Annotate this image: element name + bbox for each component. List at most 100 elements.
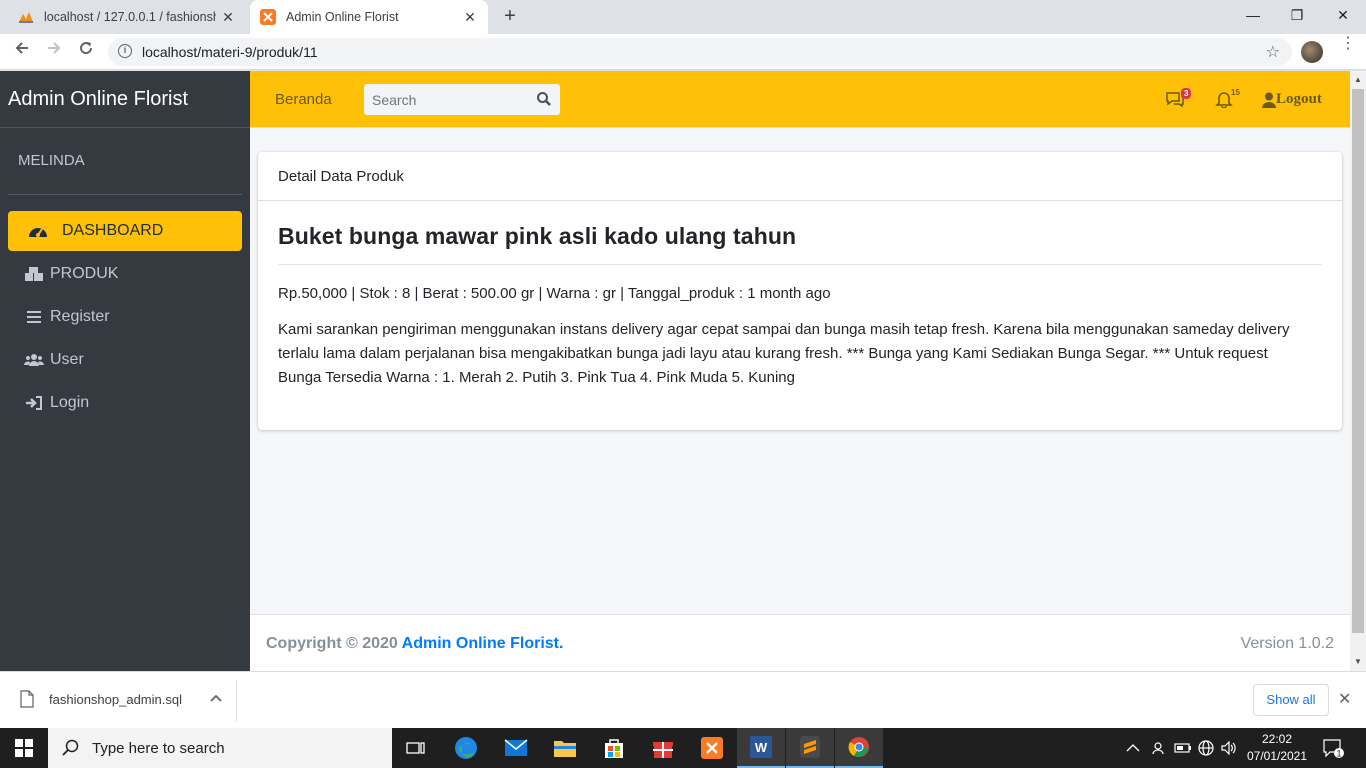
boxes-icon [24, 266, 44, 282]
gift-icon[interactable] [639, 728, 687, 768]
xampp-icon [260, 9, 276, 25]
search-icon[interactable] [536, 91, 554, 109]
notifications-badge: 15 [1231, 88, 1240, 97]
task-view-icon[interactable] [392, 728, 440, 768]
sublime-text-icon[interactable] [786, 728, 834, 768]
sidebar-item-dashboard[interactable]: DASHBOARD [8, 211, 242, 251]
maximize-button[interactable]: ❐ [1274, 0, 1320, 32]
download-shelf: fashionshop_admin.sql Show all ✕ [0, 671, 1366, 728]
store-icon[interactable] [590, 728, 638, 768]
action-center-icon[interactable]: 1 [1322, 728, 1344, 768]
file-explorer-icon[interactable] [541, 728, 589, 768]
profile-avatar[interactable] [1301, 41, 1323, 63]
clock-time: 22:02 [1261, 732, 1293, 746]
clock-date: 07/01/2021 [1246, 749, 1308, 763]
tab-title: Admin Online Florist [286, 10, 399, 24]
scroll-thumb[interactable] [1352, 89, 1364, 633]
volume-icon[interactable] [1221, 728, 1237, 768]
sidebar-item-produk[interactable]: PRODUK [8, 254, 242, 294]
sidebar-nav: DASHBOARD PRODUK Register User Login [0, 195, 250, 423]
copyright-prefix: Copyright © 2020 [266, 635, 402, 652]
tachometer-icon [28, 223, 48, 239]
show-hidden-icons[interactable] [1126, 728, 1140, 768]
users-icon [24, 353, 44, 367]
close-window-button[interactable]: ✕ [1320, 0, 1366, 32]
battery-icon[interactable] [1174, 728, 1192, 768]
page-viewport: Admin Online Florist MELINDA DASHBOARD P… [0, 71, 1366, 671]
svg-text:W: W [755, 740, 768, 755]
footer-brand-link[interactable]: Admin Online Florist. [402, 635, 564, 652]
word-icon[interactable]: W [737, 728, 785, 768]
card-body: Buket bunga mawar pink asli kado ulang t… [258, 201, 1342, 412]
page-footer: Copyright © 2020 Admin Online Florist. V… [250, 614, 1350, 671]
url-field[interactable]: i localhost/materi-9/produk/11 ☆ [108, 38, 1292, 66]
page-scrollbar[interactable]: ▲ ▼ [1350, 71, 1366, 671]
chevron-up-icon[interactable] [210, 693, 222, 705]
taskbar-clock[interactable]: 22:02 07/01/2021 [1244, 731, 1310, 765]
onedrive-person-icon[interactable] [1151, 728, 1165, 768]
product-title: Buket bunga mawar pink asli kado ulang t… [278, 223, 1322, 265]
browser-tab-strip: localhost / 127.0.0.1 / fashionsho ✕ Adm… [0, 0, 1366, 34]
scroll-down-icon[interactable]: ▼ [1350, 657, 1366, 666]
windows-start-icon[interactable] [0, 728, 48, 768]
logout-link[interactable]: Logout [1262, 91, 1322, 108]
version-text: Version 1.0.2 [1240, 635, 1334, 652]
sidebar: Admin Online Florist MELINDA DASHBOARD P… [0, 71, 250, 671]
sidebar-item-label: Login [50, 394, 90, 411]
sidebar-item-register[interactable]: Register [8, 297, 242, 337]
navbar-search [364, 84, 560, 115]
close-tab-icon[interactable]: ✕ [216, 9, 240, 26]
phpmyadmin-icon [18, 9, 34, 25]
brand-title[interactable]: Admin Online Florist [0, 71, 250, 128]
logout-label: Logout [1276, 91, 1322, 107]
sidebar-item-label: Register [50, 308, 110, 325]
taskbar-search[interactable]: Type here to search [48, 728, 392, 768]
product-detail-card: Detail Data Produk Buket bunga mawar pin… [258, 152, 1342, 430]
url-text: localhost/materi-9/produk/11 [142, 44, 318, 60]
file-icon [20, 690, 34, 708]
browser-tab-admin-florist[interactable]: Admin Online Florist ✕ [250, 0, 488, 34]
search-input[interactable] [364, 84, 530, 115]
info-icon[interactable]: i [118, 44, 132, 58]
forward-icon[interactable] [42, 40, 66, 64]
taskbar-search-placeholder: Type here to search [92, 739, 225, 757]
back-icon[interactable] [10, 40, 34, 64]
address-bar: i localhost/materi-9/produk/11 ☆ [0, 34, 1366, 70]
scroll-up-icon[interactable]: ▲ [1350, 75, 1366, 84]
product-meta: Rp.50,000 | Stok : 8 | Berat : 500.00 gr… [278, 285, 831, 302]
browser-tab-phpmyadmin[interactable]: localhost / 127.0.0.1 / fashionsho ✕ [8, 0, 246, 34]
reload-icon[interactable] [74, 40, 98, 64]
product-description: Kami sarankan pengiriman menggunakan ins… [278, 321, 1290, 386]
sidebar-item-label: DASHBOARD [62, 222, 164, 239]
card-header: Detail Data Produk [258, 152, 1342, 201]
sidebar-item-login[interactable]: Login [8, 383, 242, 423]
bookmark-star-icon[interactable]: ☆ [1266, 42, 1280, 62]
top-navbar: Beranda 3 15 Logout [250, 71, 1350, 128]
close-tab-icon[interactable]: ✕ [458, 9, 482, 26]
windows-taskbar: Type here to search W 22:02 07/01/2021 1 [0, 728, 1366, 768]
messages-button[interactable]: 3 [1165, 88, 1192, 110]
user-icon [1262, 92, 1276, 108]
search-icon [62, 739, 79, 756]
list-icon [24, 310, 44, 324]
close-shelf-icon[interactable]: ✕ [1338, 689, 1351, 709]
nav-link-beranda[interactable]: Beranda [275, 91, 332, 108]
xampp-icon[interactable] [688, 728, 736, 768]
notifications-button[interactable]: 15 [1215, 88, 1240, 110]
network-globe-icon[interactable] [1198, 728, 1214, 768]
messages-badge: 3 [1181, 88, 1192, 99]
chrome-icon[interactable] [835, 728, 883, 768]
edge-icon[interactable] [442, 728, 490, 768]
sidebar-item-label: User [50, 351, 84, 368]
download-item[interactable]: fashionshop_admin.sql [20, 690, 222, 708]
copyright: Copyright © 2020 Admin Online Florist. [266, 635, 563, 653]
shelf-divider [236, 680, 237, 721]
sidebar-item-label: PRODUK [50, 265, 119, 282]
mail-icon[interactable] [492, 728, 540, 768]
minimize-button[interactable]: — [1230, 0, 1276, 32]
show-all-button[interactable]: Show all [1253, 684, 1329, 716]
sidebar-item-user[interactable]: User [8, 340, 242, 380]
user-name[interactable]: MELINDA [8, 128, 242, 195]
new-tab-button[interactable]: + [498, 4, 522, 28]
browser-menu-icon[interactable]: ⋮ [1340, 36, 1356, 52]
